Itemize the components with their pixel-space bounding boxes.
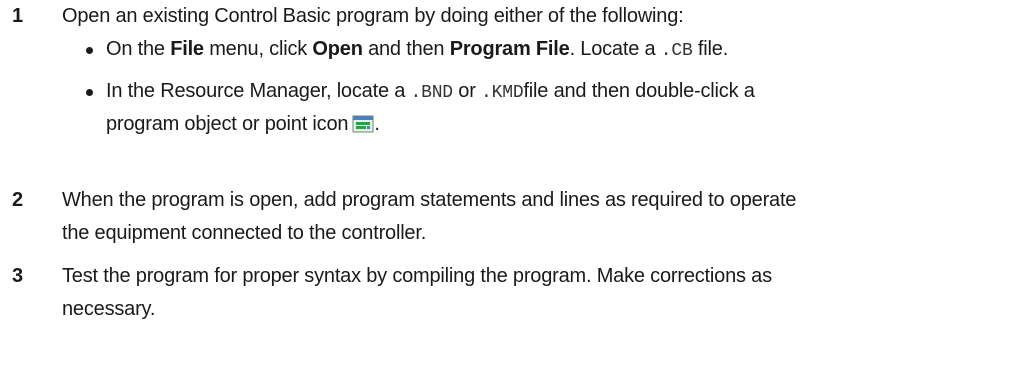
text-segment: . Locate a	[569, 38, 661, 60]
text-segment: and then	[362, 38, 450, 60]
text-line: necessary.	[62, 298, 156, 320]
text-segment: .	[374, 113, 380, 135]
step-text: Test the program for proper syntax by co…	[62, 260, 1022, 326]
text-segment: menu, click	[203, 38, 313, 60]
file-extension-cb: .CB	[660, 41, 693, 61]
command-program-file: Program File	[449, 38, 570, 60]
text-segment: program object or point icon	[106, 113, 349, 135]
text-segment: In the Resource Manager, locate a	[106, 80, 411, 102]
bullet-text: program object or point icon .	[106, 108, 1016, 141]
file-extension-bnd: .BND	[410, 83, 454, 103]
text-line: the equipment connected to the controlle…	[62, 222, 427, 244]
bullet-text: On the File menu, click Open and then Pr…	[106, 33, 1016, 68]
file-extension-kmd: .KMD	[481, 83, 524, 103]
menu-name-file: File	[170, 38, 204, 60]
bullet-icon	[86, 47, 93, 54]
program-point-icon	[352, 112, 374, 133]
command-open: Open	[312, 38, 363, 60]
text-line: When the program is open, add program st…	[62, 189, 797, 211]
text-line: Test the program for proper syntax by co…	[62, 265, 772, 287]
bullet-icon	[86, 89, 93, 96]
step-number: 2	[12, 189, 24, 211]
step-text: Open an existing Control Basic program b…	[62, 5, 684, 27]
text-segment: On the	[106, 38, 171, 60]
bullet-text: In the Resource Manager, locate a .BND o…	[106, 75, 1016, 110]
step-number: 1	[12, 5, 24, 27]
instruction-page: 1 Open an existing Control Basic program…	[0, 0, 1029, 375]
text-segment: file and then double-click a	[523, 80, 755, 102]
text-segment: file.	[692, 38, 729, 60]
step-text: When the program is open, add program st…	[62, 184, 1022, 250]
text-segment: or	[452, 80, 482, 102]
step-number: 3	[12, 265, 24, 287]
